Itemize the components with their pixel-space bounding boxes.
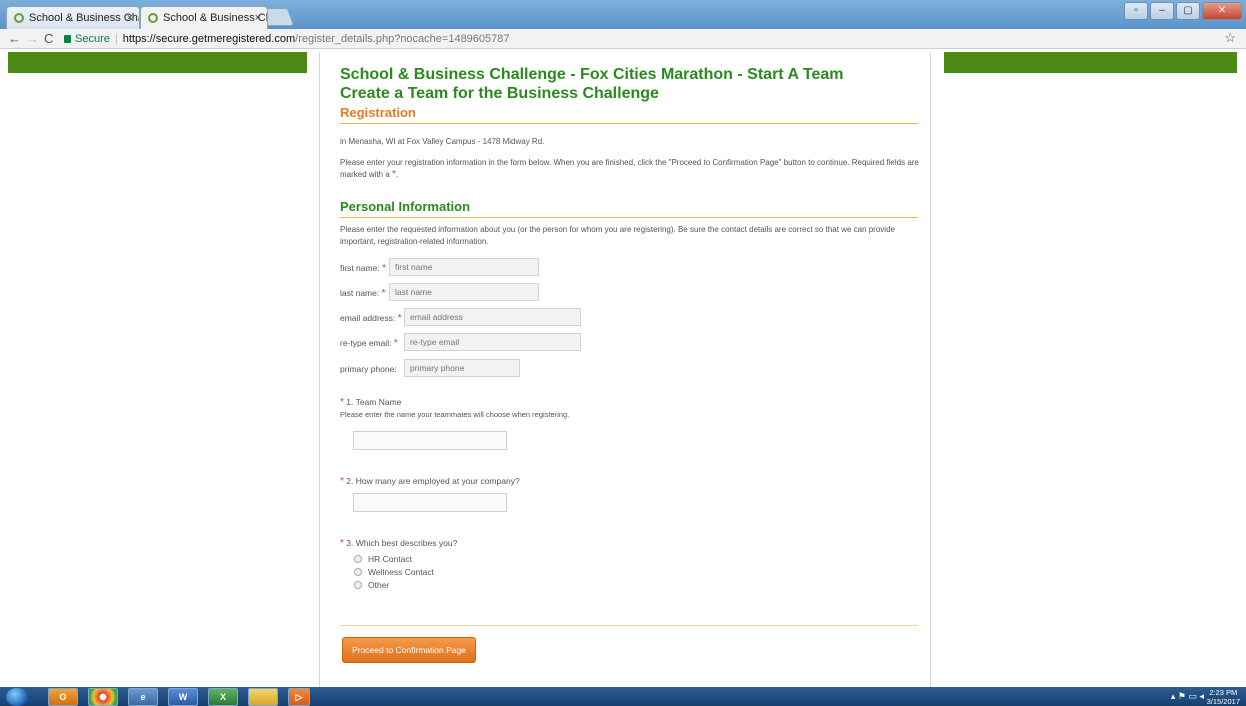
- radio-circle-icon[interactable]: [354, 555, 362, 563]
- section-title-personal: Personal Information: [340, 199, 471, 214]
- required-marker: *: [382, 263, 386, 274]
- lock-icon: [64, 35, 71, 43]
- radio-circle-icon[interactable]: [354, 581, 362, 589]
- question-2-label: * 2. How many are employed at your compa…: [340, 475, 520, 488]
- last-name-input[interactable]: [389, 283, 539, 301]
- team-name-input[interactable]: [353, 431, 507, 450]
- employee-count-input[interactable]: [353, 493, 507, 512]
- retype-email-label: re-type email: *: [340, 337, 398, 350]
- address-bar[interactable]: Secure | https://secure.getmeregistered.co…: [64, 31, 1224, 47]
- clock-date: 3/15/2017: [1206, 697, 1240, 706]
- radio-option-hr-contact[interactable]: HR Contact: [354, 553, 412, 565]
- tab-label: School & Business Challe: [163, 12, 267, 24]
- clock[interactable]: 2:23 PM 3/15/2017: [1207, 688, 1240, 706]
- media-player-icon[interactable]: ▷: [288, 688, 310, 706]
- question-3-label: * 3. Which best describes you?: [340, 537, 457, 550]
- required-marker: *: [340, 538, 344, 549]
- window-controls: ▫ – ▢ ✕: [1124, 2, 1242, 22]
- url-host: https://secure.getmeregistered.com: [122, 33, 296, 45]
- email-label: email address: *: [340, 312, 402, 325]
- radio-label: Other: [368, 580, 390, 590]
- address-toolbar: ← → C Secure | https://secure.getmeregiste…: [0, 29, 1246, 49]
- tab-school-business-2[interactable]: School & Business Challe ×: [140, 6, 268, 29]
- word-icon[interactable]: W: [168, 688, 198, 706]
- url-path: /register_details.php?nocache=1489605787: [295, 33, 510, 45]
- bookmark-star-icon[interactable]: ☆: [1224, 30, 1236, 46]
- question-1-text: 1. Team Name: [346, 397, 402, 407]
- start-button[interactable]: [6, 688, 28, 706]
- first-name-label-text: first name:: [340, 263, 380, 273]
- section-title-registration: Registration: [340, 105, 416, 120]
- required-marker: *: [340, 397, 344, 408]
- radio-option-other[interactable]: Other: [354, 579, 389, 591]
- question-1-help: Please enter the name your teammates wil…: [340, 410, 570, 419]
- last-name-label-text: last name:: [340, 288, 380, 298]
- required-marker: *: [393, 338, 398, 349]
- radio-option-wellness-contact[interactable]: Wellness Contact: [354, 566, 434, 578]
- registration-page: School & Business Challenge - Fox Cities…: [319, 52, 931, 687]
- internet-explorer-icon[interactable]: e: [128, 688, 158, 706]
- minimize-button[interactable]: –: [1150, 2, 1174, 20]
- required-marker: *: [340, 476, 344, 487]
- site-icon: [148, 13, 158, 23]
- required-marker: *: [381, 288, 386, 299]
- outlook-icon[interactable]: O: [48, 688, 78, 706]
- reload-icon[interactable]: C: [44, 30, 53, 48]
- close-icon[interactable]: ×: [255, 7, 261, 29]
- page-title: School & Business Challenge - Fox Cities…: [340, 66, 844, 83]
- instructions-body: Please enter your registration informati…: [340, 158, 919, 179]
- url-divider: |: [114, 33, 118, 45]
- retype-email-label-text: re-type email:: [340, 338, 392, 348]
- question-2-text: 2. How many are employed at your company…: [346, 476, 520, 486]
- user-icon[interactable]: ▫: [1124, 2, 1148, 20]
- site-icon: [14, 13, 24, 23]
- radio-circle-icon[interactable]: [354, 568, 362, 576]
- question-1-label: * 1. Team Name: [340, 396, 401, 409]
- excel-icon[interactable]: X: [208, 688, 238, 706]
- last-name-label: last name: *: [340, 287, 386, 300]
- divider: [340, 123, 918, 124]
- browser-tab-strip: School & Business Challe × School & Busi…: [0, 0, 1246, 29]
- divider: [340, 217, 918, 218]
- close-window-button[interactable]: ✕: [1202, 2, 1242, 20]
- clock-time: 2:23 PM: [1209, 688, 1238, 697]
- radio-label: HR Contact: [368, 554, 412, 564]
- close-icon[interactable]: ×: [127, 7, 133, 29]
- retype-email-field[interactable]: [404, 333, 581, 351]
- header-bar-right: [944, 52, 1237, 73]
- secure-label: Secure: [75, 33, 110, 45]
- folder-icon[interactable]: [248, 688, 278, 706]
- proceed-button[interactable]: Proceed to Confirmation Page: [342, 637, 476, 663]
- phone-label: primary phone:: [340, 364, 397, 374]
- first-name-label: first name: *: [340, 262, 386, 275]
- forward-icon[interactable]: →: [26, 30, 39, 48]
- required-marker: *: [397, 313, 402, 324]
- maximize-button[interactable]: ▢: [1176, 2, 1200, 20]
- phone-field[interactable]: [404, 359, 520, 377]
- required-marker: *: [392, 169, 396, 180]
- email-field[interactable]: [404, 308, 581, 326]
- instructions-text: Please enter your registration informati…: [340, 158, 919, 180]
- system-tray[interactable]: ▴ ⚑ ▭ ◂: [1171, 691, 1204, 702]
- windows-taskbar: O e W X ▷ ▴ ⚑ ▭ ◂ 2:23 PM 3/15/2017: [0, 687, 1246, 706]
- question-3-text: 3. Which best describes you?: [346, 538, 458, 548]
- header-bar-left: [8, 52, 307, 73]
- back-icon[interactable]: ←: [8, 30, 21, 48]
- chrome-icon[interactable]: [88, 688, 118, 706]
- page-subtitle: Create a Team for the Business Challenge: [340, 85, 659, 102]
- event-location: in Menasha, WI at Fox Valley Campus - 14…: [340, 137, 545, 146]
- first-name-input[interactable]: [389, 258, 539, 276]
- personal-description: Please enter the requested information a…: [340, 225, 895, 246]
- tab-label: School & Business Challe: [29, 12, 139, 24]
- tab-school-business-1[interactable]: School & Business Challe ×: [6, 6, 140, 29]
- radio-label: Wellness Contact: [368, 567, 434, 577]
- email-label-text: email address:: [340, 313, 396, 323]
- divider: [340, 625, 918, 626]
